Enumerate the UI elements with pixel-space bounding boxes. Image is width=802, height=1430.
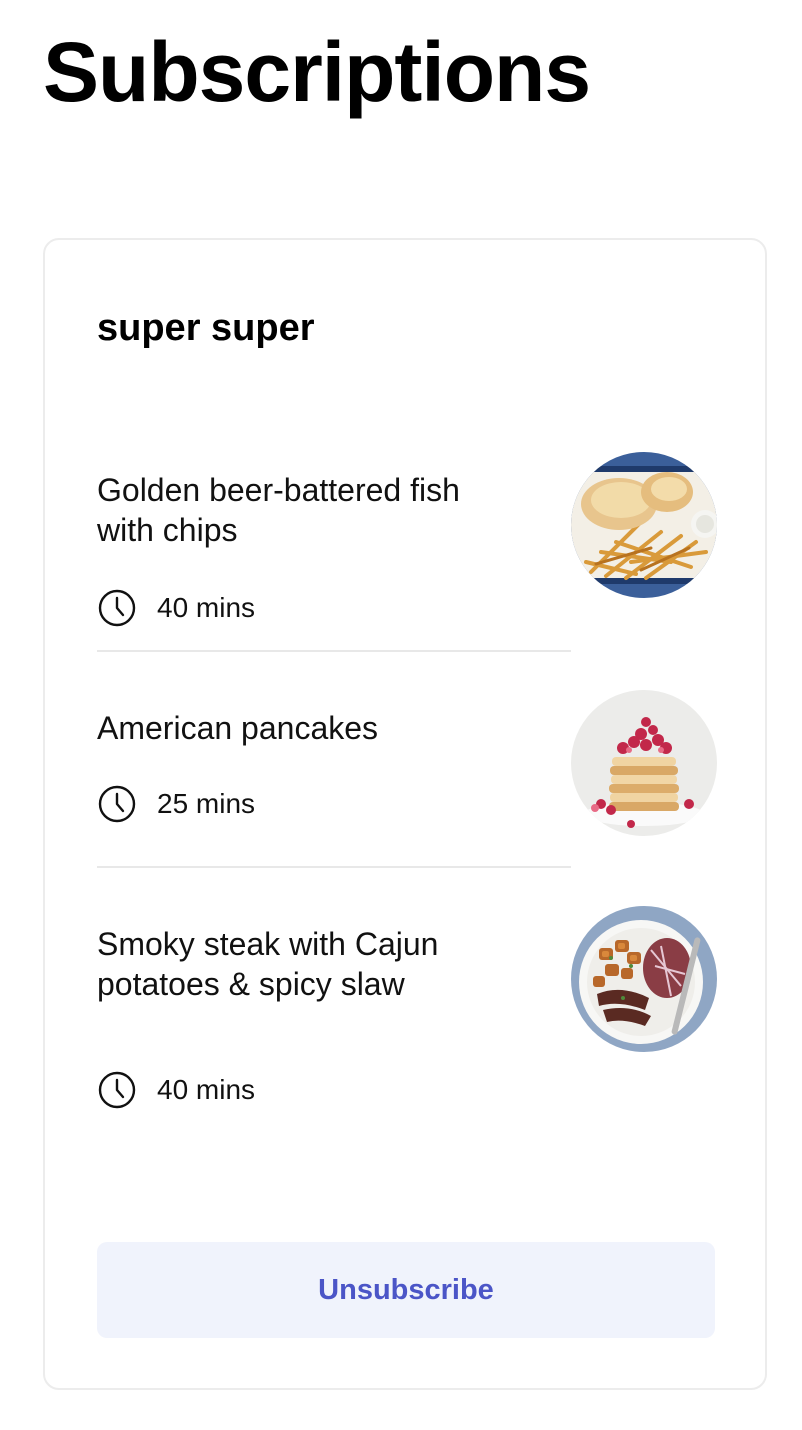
recipe-item[interactable]: Smoky steak with Cajun potatoes & spicy … [97, 906, 717, 1126]
recipe-item[interactable]: American pancakes 25 mins [97, 690, 717, 850]
recipe-name[interactable]: Golden beer-battered fish with chips [97, 470, 497, 550]
recipe-time-label: 40 mins [157, 592, 256, 623]
recipe-time-label: 40 mins [157, 1074, 256, 1105]
page-title: Subscriptions [43, 25, 591, 119]
subscription-card: super super Golden beer-battered fish wi… [43, 238, 767, 1390]
pancakes-photo[interactable] [571, 690, 717, 836]
recipe-time: 25 mins [97, 784, 255, 824]
recipe-time-label: 25 mins [157, 788, 256, 819]
unsubscribe-button[interactable]: Unsubscribe [97, 1242, 715, 1338]
recipe-name[interactable]: American pancakes [97, 708, 497, 748]
clock-icon [98, 589, 136, 627]
recipe-time: 40 mins [97, 588, 255, 628]
divider [97, 650, 571, 652]
recipe-item[interactable]: Golden beer-battered fish with chips 40 … [97, 452, 717, 632]
fish-and-chips-photo[interactable] [571, 452, 717, 598]
recipe-name[interactable]: Smoky steak with Cajun potatoes & spicy … [97, 924, 497, 1004]
recipe-time: 40 mins [97, 1070, 255, 1110]
subscription-title: super super [97, 307, 315, 349]
clock-icon [98, 1071, 136, 1109]
divider [97, 866, 571, 868]
steak-plate-photo[interactable] [571, 906, 717, 1052]
clock-icon [98, 785, 136, 823]
